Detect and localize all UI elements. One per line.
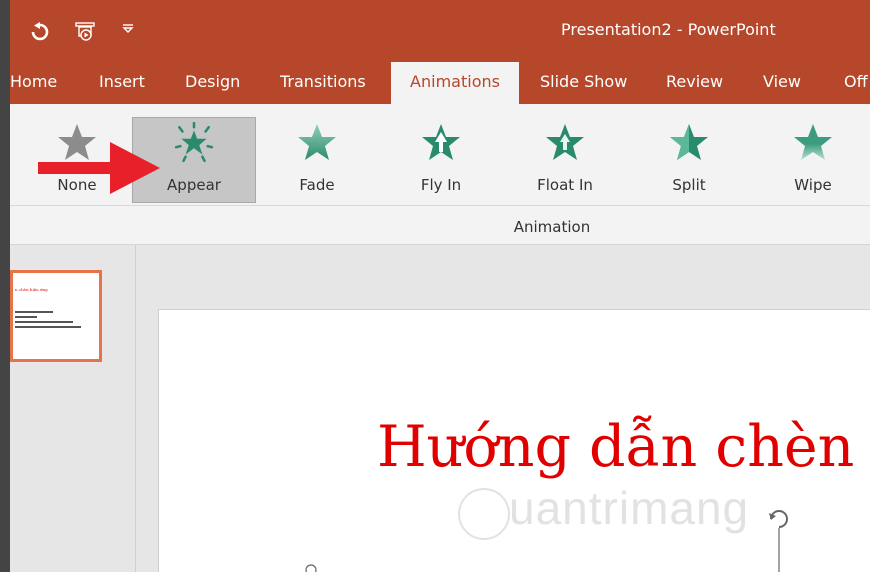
slide-title[interactable]: Hướng dẫn chèn h [377,414,870,480]
group-label-animation: Animation [513,218,591,236]
star-fade-icon [298,124,336,160]
tab-view[interactable]: View [763,62,801,104]
tab-insert[interactable]: Insert [99,62,145,104]
rotate-handle-icon[interactable] [761,502,797,572]
animation-fly-in[interactable]: Fly In [380,118,502,202]
animation-fade-label: Fade [299,176,335,194]
animation-float-in-label: Float In [537,176,593,194]
star-split-icon [670,124,708,160]
tab-slide-show[interactable]: Slide Show [540,62,627,104]
thumbnail-text-line [15,316,37,318]
tab-transitions[interactable]: Transitions [280,62,366,104]
resize-handle-icon[interactable] [304,563,318,572]
tab-animations[interactable]: Animations [391,62,519,105]
thumbnail-text-line [15,311,53,313]
window-title: Presentation2 - PowerPoint [561,20,776,39]
animation-split-label: Split [672,176,706,194]
tab-home[interactable]: Home [10,62,57,104]
start-from-beginning-icon[interactable] [75,22,97,42]
animation-wipe[interactable]: Wipe [752,118,870,202]
star-fly-in-icon [422,124,460,160]
watermark-text: uantrimang [509,482,750,534]
tab-design[interactable]: Design [185,62,240,104]
animation-split[interactable]: Split [628,118,750,202]
watermark-logo-icon [458,488,510,540]
title-bar: Presentation2 - PowerPoint [10,0,870,62]
thumbnail-title: n chèn hiệu ứng [15,287,48,292]
ribbon-tabs: Home Insert Design Transitions Animation… [10,62,870,105]
star-burst-icon [174,122,214,163]
powerpoint-window: Presentation2 - PowerPoint Home Insert D… [0,0,870,572]
work-area: n chèn hiệu ứng Hướng dẫn chèn h uantrim… [10,245,870,572]
animation-float-in[interactable]: Float In [504,118,626,202]
thumbnail-text-line [15,326,81,328]
tab-office-overflow[interactable]: Off [844,62,868,104]
slide-thumbnail[interactable]: n chèn hiệu ứng [10,270,102,362]
undo-icon[interactable] [30,22,50,42]
ribbon-divider [10,205,870,206]
tab-review[interactable]: Review [666,62,723,104]
red-arrow-icon [38,142,160,194]
star-wipe-icon [794,124,832,160]
animation-wipe-label: Wipe [794,176,832,194]
animation-fly-in-label: Fly In [420,176,462,194]
customize-qat-icon[interactable] [122,22,134,34]
slide-canvas[interactable]: Hướng dẫn chèn h uantrimang [158,309,870,572]
thumbnail-text-line [15,321,73,323]
slide-thumbnail-pane: n chèn hiệu ứng [10,245,136,572]
star-float-in-icon [546,124,584,160]
window-frame [0,0,10,572]
animation-fade[interactable]: Fade [256,118,378,202]
